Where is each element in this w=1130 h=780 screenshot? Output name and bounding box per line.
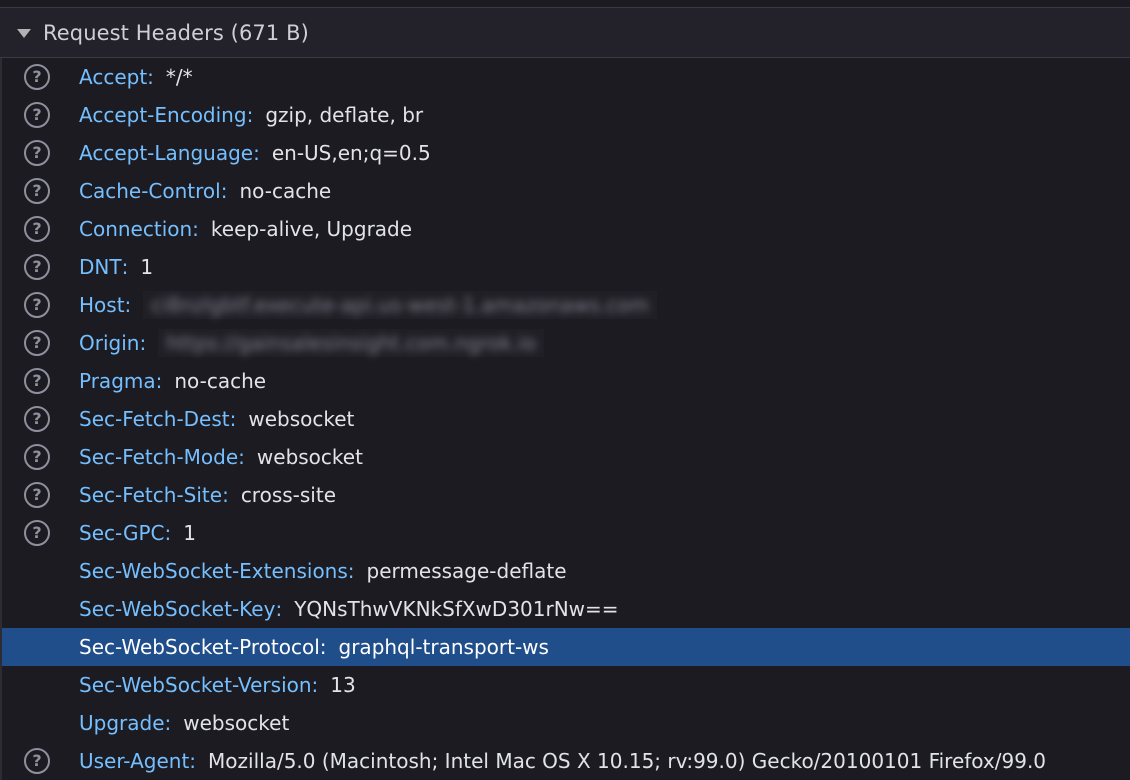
question-circle-icon[interactable]: ? [24, 330, 50, 356]
header-value: */* [165, 65, 193, 89]
header-separator: : [164, 711, 172, 735]
header-name: DNT [79, 255, 122, 279]
redacted-value: https://gainsalesinsight.com.ngrok.io [166, 331, 537, 355]
section-title: Request Headers (671 B) [43, 20, 309, 45]
header-name: Connection [79, 217, 193, 241]
header-name: Host [79, 293, 125, 317]
header-separator: : [147, 65, 154, 89]
header-value: YQNsThwVKNkSfXwD301rNw== [294, 597, 619, 621]
redacted-value: ci8nzlgbtf.execute-api.us-west-1.amazona… [151, 293, 649, 317]
chevron-down-icon[interactable] [17, 28, 31, 38]
header-row[interactable]: ? Accept-Encoding: gzip, deflate, br [2, 96, 1130, 134]
header-value: 13 [330, 673, 356, 697]
header-separator: : [246, 103, 254, 127]
header-name: Sec-Fetch-Mode [79, 445, 239, 469]
top-divider [0, 0, 1130, 8]
header-name: Accept [79, 65, 148, 89]
header-row[interactable]: Sec-WebSocket-Key: YQNsThwVKNkSfXwD301rNw… [2, 590, 1130, 628]
header-value: websocket [256, 445, 363, 469]
header-name: Origin [79, 331, 140, 355]
header-name: Sec-Fetch-Dest [79, 407, 230, 431]
header-row[interactable]: ? Connection: keep-alive, Upgrade [2, 210, 1130, 248]
header-separator: : [124, 293, 132, 317]
header-row[interactable]: ? Origin: https://gainsalesinsight.com.ngr… [2, 324, 1130, 362]
header-separator: : [139, 331, 147, 355]
header-name: Accept-Language [79, 141, 254, 165]
header-row[interactable]: ? Pragma: no-cache [2, 362, 1130, 400]
header-name: Sec-WebSocket-Key [79, 597, 276, 621]
header-separator: : [229, 407, 237, 431]
header-separator: : [192, 217, 199, 241]
redacted-value-box: https://gainsalesinsight.com.ngrok.io [158, 329, 545, 357]
header-row[interactable]: ? Sec-Fetch-Site: cross-site [2, 476, 1130, 514]
question-circle-icon[interactable]: ? [24, 748, 50, 774]
header-value: permessage-deflate [366, 559, 567, 583]
header-row[interactable]: ? Sec-Fetch-Mode: websocket [2, 438, 1130, 476]
header-value: no-cache [174, 369, 267, 393]
header-name: Pragma [79, 369, 156, 393]
header-value: https://gainsalesinsight.com.ngrok.io [158, 329, 545, 357]
header-value: no-cache [239, 179, 332, 203]
header-separator: : [222, 483, 229, 507]
header-separator: : [275, 597, 283, 621]
header-separator: : [164, 521, 172, 545]
question-circle-icon[interactable]: ? [24, 64, 50, 90]
header-row[interactable]: ? Sec-Fetch-Dest: websocket [2, 400, 1130, 438]
header-row[interactable]: ? Accept: */* [2, 58, 1130, 96]
header-value: keep-alive, Upgrade [210, 217, 413, 241]
header-separator: : [347, 559, 355, 583]
header-value: 1 [140, 255, 154, 279]
header-row[interactable]: ? User-Agent: Mozilla/5.0 (Macintosh; Inte… [2, 742, 1130, 780]
question-circle-icon[interactable]: ? [24, 406, 50, 432]
header-name: Cache-Control [79, 179, 221, 203]
header-separator: : [155, 369, 163, 393]
question-circle-icon[interactable]: ? [24, 102, 50, 128]
question-circle-icon[interactable]: ? [24, 216, 50, 242]
header-list: ? Accept: */*? Accept-Encoding: gzip, deflat… [0, 58, 1130, 780]
header-value: websocket [248, 407, 355, 431]
header-row[interactable]: ? Accept-Language: en-US,en;q=0.5 [2, 134, 1130, 172]
question-circle-icon[interactable]: ? [24, 178, 50, 204]
question-circle-icon[interactable]: ? [24, 520, 50, 546]
header-name: Upgrade [79, 711, 165, 735]
header-name: Sec-WebSocket-Extensions [79, 559, 348, 583]
header-row[interactable]: ? Sec-GPC:1 [2, 514, 1130, 552]
question-circle-icon[interactable]: ? [24, 444, 50, 470]
header-row[interactable]: Sec-WebSocket-Protocol: graphql-transport… [2, 628, 1130, 666]
header-name: Sec-Fetch-Site [79, 483, 223, 507]
header-value: cross-site [240, 483, 337, 507]
header-name: Sec-GPC [79, 521, 165, 545]
header-name: Accept-Encoding [79, 103, 247, 127]
header-row[interactable]: Upgrade: websocket [2, 704, 1130, 742]
header-value: 1 [183, 521, 196, 545]
header-value: websocket [183, 711, 290, 735]
header-value: graphql-transport-ws [338, 635, 549, 659]
header-row[interactable]: Sec-WebSocket-Extensions: permessage-defl… [2, 552, 1130, 590]
header-value: Mozilla/5.0 (Macintosh; Intel Mac OS X 1… [208, 749, 1047, 773]
header-name: User-Agent [79, 749, 190, 773]
header-separator: : [121, 255, 129, 279]
header-name: Sec-WebSocket-Version [79, 673, 312, 697]
question-circle-icon[interactable]: ? [24, 482, 50, 508]
header-value: gzip, deflate, br [265, 103, 424, 127]
question-circle-icon[interactable]: ? [24, 292, 50, 318]
header-value: en-US,en;q=0.5 [271, 141, 431, 165]
header-value: ci8nzlgbtf.execute-api.us-west-1.amazona… [143, 291, 657, 319]
header-row[interactable]: ? DNT:1 [2, 248, 1130, 286]
header-separator: : [238, 445, 245, 469]
question-circle-icon[interactable]: ? [24, 368, 50, 394]
redacted-value-box: ci8nzlgbtf.execute-api.us-west-1.amazona… [143, 291, 657, 319]
request-headers-section-toggle[interactable]: Request Headers (671 B) [0, 8, 1130, 58]
header-separator: : [220, 179, 228, 203]
header-row[interactable]: Sec-WebSocket-Version:13 [2, 666, 1130, 704]
question-circle-icon[interactable]: ? [24, 254, 50, 280]
header-separator: : [189, 749, 197, 773]
header-row[interactable]: ? Cache-Control: no-cache [2, 172, 1130, 210]
header-separator: : [253, 141, 260, 165]
header-name: Sec-WebSocket-Protocol [79, 635, 320, 659]
header-separator: : [319, 635, 327, 659]
header-separator: : [311, 673, 319, 697]
header-row[interactable]: ? Host: ci8nzlgbtf.execute-api.us-west-1.a… [2, 286, 1130, 324]
question-circle-icon[interactable]: ? [24, 140, 50, 166]
